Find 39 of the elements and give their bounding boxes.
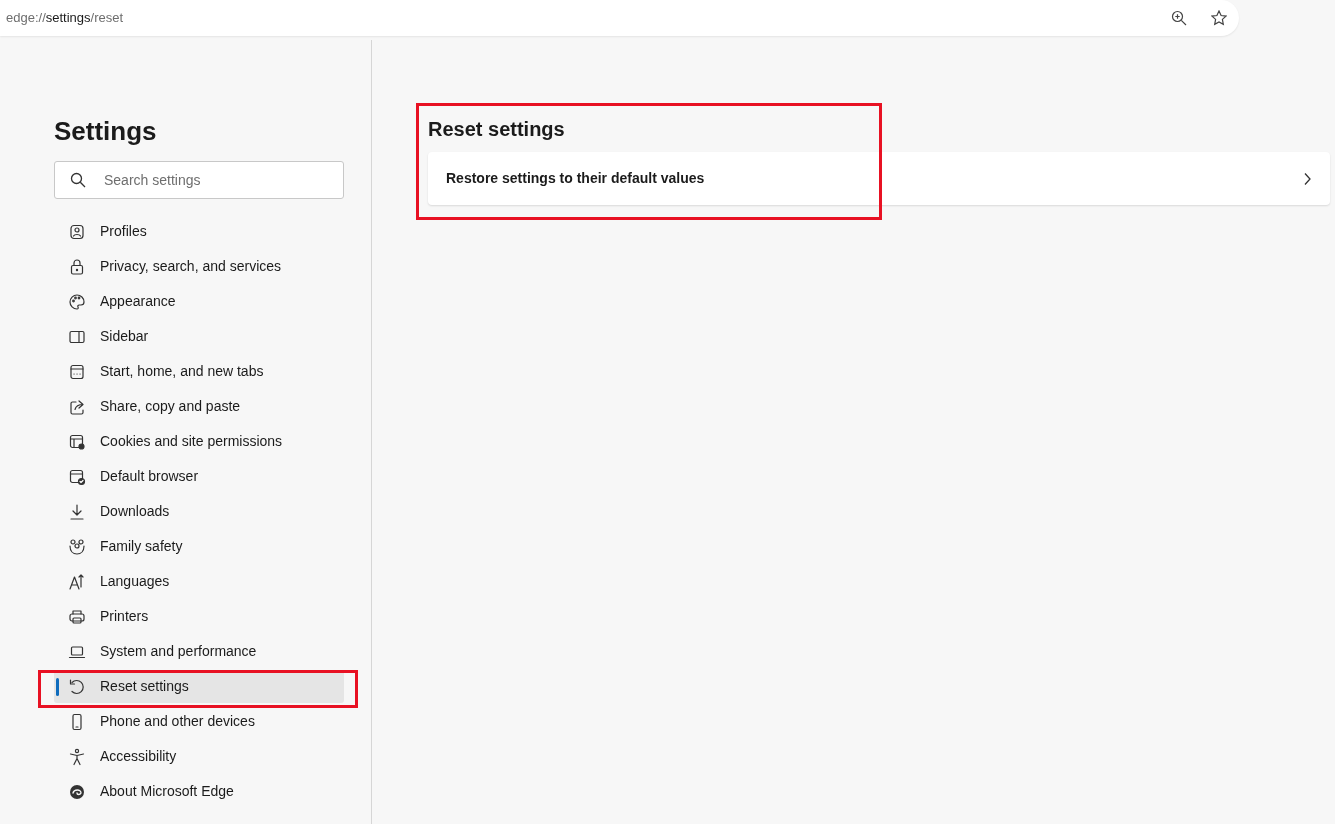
zoom-in-icon[interactable] — [1171, 10, 1187, 26]
profile-icon — [68, 222, 86, 241]
sidebar-item[interactable]: Cookies and site permissions — [54, 425, 344, 459]
sidebar-item[interactable]: Sidebar — [54, 320, 344, 354]
chevron-right-icon — [1302, 171, 1312, 186]
sidebar-item[interactable]: Downloads — [54, 495, 344, 529]
sidebar-item[interactable]: Share, copy and paste — [54, 390, 344, 424]
lock-icon — [68, 257, 86, 276]
sidebar-item[interactable]: Profiles — [54, 215, 344, 249]
browser-check-icon — [68, 467, 86, 486]
sidebar-item[interactable]: Languages — [54, 565, 344, 599]
browser-logo-icon — [68, 782, 86, 801]
star-icon[interactable] — [1211, 10, 1227, 26]
sidebar-item[interactable]: Default browser — [54, 460, 344, 494]
cookie-settings-icon — [68, 432, 86, 451]
accessibility-icon — [68, 747, 86, 766]
address-text[interactable]: edge://settings/reset — [6, 8, 124, 28]
printer-icon — [68, 607, 86, 626]
search-field[interactable]: Search settings — [54, 161, 344, 200]
settings-title: Settings — [54, 116, 158, 148]
language-icon — [68, 572, 86, 591]
section-title: Reset settings — [428, 117, 566, 141]
sidebar-item[interactable]: System and performance — [54, 635, 344, 669]
reset-icon — [68, 677, 86, 696]
sidebar-item[interactable]: Accessibility — [54, 740, 344, 774]
family-icon — [68, 537, 86, 556]
new-tab-icon — [68, 362, 86, 381]
address-bar[interactable]: edge://settings/reset — [0, 0, 1239, 36]
sidebar-item[interactable]: Start, home, and new tabs — [54, 355, 344, 389]
selection-indicator — [56, 678, 59, 697]
sidebar-item[interactable]: Printers — [54, 600, 344, 634]
palette-icon — [68, 292, 86, 311]
settings-row[interactable]: Restore settings to their default values — [428, 152, 1330, 205]
sidebar-item[interactable]: Privacy, search, and services — [54, 250, 344, 284]
download-icon — [68, 502, 86, 521]
sidebar-item[interactable]: Appearance — [54, 285, 344, 319]
sidebar-item[interactable]: Family safety — [54, 530, 344, 564]
sidebar-item[interactable]: About Microsoft Edge — [54, 775, 344, 809]
sidebar-item[interactable]: Phone and other devices — [54, 705, 344, 739]
